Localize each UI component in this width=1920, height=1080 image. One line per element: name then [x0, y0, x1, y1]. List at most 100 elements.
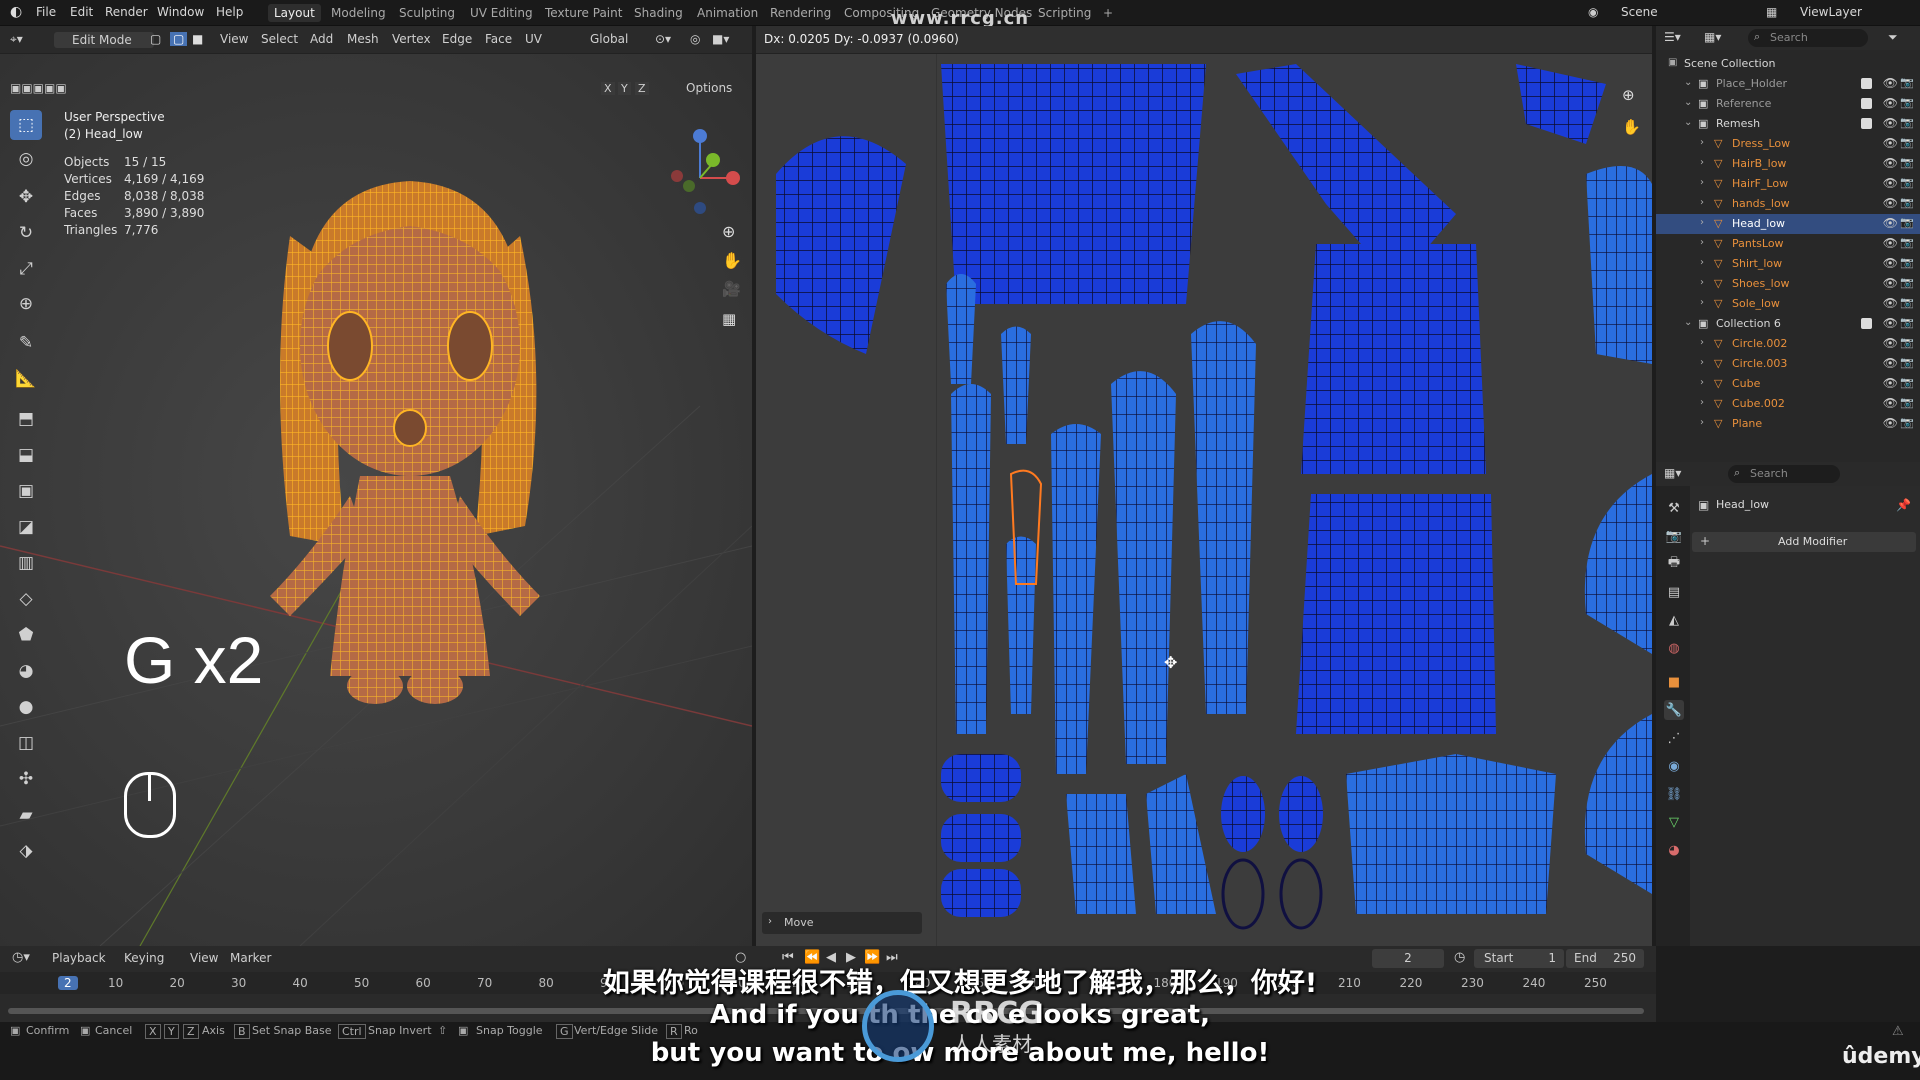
expand-arrow-icon[interactable]: ›: [1700, 397, 1704, 408]
ortho-toggle-icon[interactable]: ▦: [722, 310, 736, 328]
render-camera-icon[interactable]: 📷: [1900, 156, 1914, 169]
eye-icon[interactable]: 👁: [1883, 156, 1898, 170]
expand-arrow-icon[interactable]: ⌄: [1684, 317, 1692, 328]
3d-viewport[interactable]: ⌖▾ Edit Mode ▢ ▢ ■ View Select Add Mesh …: [0, 26, 752, 946]
outliner-row[interactable]: › ▽ HairB_low 👁 📷: [1656, 154, 1920, 174]
eye-icon[interactable]: 👁: [1883, 256, 1898, 270]
outliner-row[interactable]: ⌄ ▣ Place_Holder 👁 📷: [1656, 74, 1920, 94]
uv-pan-icon[interactable]: ✋: [1622, 118, 1641, 136]
scene-tab-icon[interactable]: ◭: [1664, 610, 1684, 630]
display-mode-icon[interactable]: ▦▾: [1704, 30, 1721, 44]
exclude-checkbox[interactable]: [1861, 98, 1872, 109]
object-tab-icon[interactable]: ■: [1664, 672, 1684, 692]
expand-arrow-icon[interactable]: ›: [1700, 157, 1704, 168]
world-tab-icon[interactable]: ◍: [1664, 638, 1684, 658]
outliner-row[interactable]: › ▽ Cube.002 👁 📷: [1656, 394, 1920, 414]
outliner-search-input[interactable]: ⌕ Search: [1748, 29, 1868, 47]
outliner-row[interactable]: › ▽ PantsLow 👁 📷: [1656, 234, 1920, 254]
expand-arrow-icon[interactable]: ⌄: [1684, 117, 1692, 128]
expand-arrow-icon[interactable]: ›: [1700, 277, 1704, 288]
modifier-tab-icon[interactable]: 🔧: [1664, 700, 1684, 720]
expand-arrow-icon[interactable]: ›: [1700, 257, 1704, 268]
render-camera-icon[interactable]: 📷: [1900, 236, 1914, 249]
uv-islands[interactable]: [756, 54, 1652, 946]
render-camera-icon[interactable]: 📷: [1900, 376, 1914, 389]
eye-icon[interactable]: 👁: [1883, 76, 1898, 90]
pin-icon[interactable]: 📌: [1896, 498, 1911, 512]
render-camera-icon[interactable]: 📷: [1900, 356, 1914, 369]
outliner-row[interactable]: › ▽ Circle.002 👁 📷: [1656, 334, 1920, 354]
particles-tab-icon[interactable]: ⋰: [1664, 728, 1684, 748]
outliner-row[interactable]: › ▽ Circle.003 👁 📷: [1656, 354, 1920, 374]
expand-arrow-icon[interactable]: ›: [1700, 377, 1704, 388]
zoom-icon[interactable]: ⊕: [722, 222, 735, 241]
expand-arrow-icon[interactable]: ⌄: [1684, 77, 1692, 88]
expand-arrow-icon[interactable]: ›: [1700, 417, 1704, 428]
eye-icon[interactable]: 👁: [1883, 416, 1898, 430]
outliner-row[interactable]: › ▽ HairF_Low 👁 📷: [1656, 174, 1920, 194]
render-camera-icon[interactable]: 📷: [1900, 116, 1914, 129]
render-camera-icon[interactable]: 📷: [1900, 196, 1914, 209]
eye-icon[interactable]: 👁: [1883, 116, 1898, 130]
outliner-row[interactable]: ⌄ ▣ Remesh 👁 📷: [1656, 114, 1920, 134]
eye-icon[interactable]: 👁: [1883, 236, 1898, 250]
render-tab-icon[interactable]: 📷: [1664, 526, 1684, 546]
constraints-tab-icon[interactable]: ⛓: [1664, 784, 1684, 804]
tool-tab-icon[interactable]: ⚒: [1664, 498, 1684, 518]
expand-arrow-icon[interactable]: ›: [1700, 357, 1704, 368]
render-camera-icon[interactable]: 📷: [1900, 296, 1914, 309]
outliner-row[interactable]: › ▽ Plane 👁 📷: [1656, 414, 1920, 434]
eye-icon[interactable]: 👁: [1883, 96, 1898, 110]
eye-icon[interactable]: 👁: [1883, 296, 1898, 310]
outliner-row[interactable]: › ▽ Head_low 👁 📷: [1656, 214, 1920, 234]
expand-arrow-icon[interactable]: ›: [1700, 297, 1704, 308]
render-camera-icon[interactable]: 📷: [1900, 396, 1914, 409]
filter-icon[interactable]: ⏷: [1888, 30, 1898, 45]
eye-icon[interactable]: 👁: [1883, 176, 1898, 190]
scene-collection-icon[interactable]: ▣: [1668, 57, 1677, 68]
outliner-row[interactable]: › ▽ Sole_low 👁 📷: [1656, 294, 1920, 314]
render-camera-icon[interactable]: 📷: [1900, 276, 1914, 289]
character-mesh-wireframe[interactable]: [250, 156, 570, 716]
pan-hand-icon[interactable]: ✋: [722, 251, 742, 270]
expand-arrow-icon[interactable]: ›: [1700, 197, 1704, 208]
render-camera-icon[interactable]: 📷: [1900, 316, 1914, 329]
eye-icon[interactable]: 👁: [1883, 276, 1898, 290]
move-operator-panel[interactable]: › Move: [762, 912, 922, 934]
data-tab-icon[interactable]: ▽: [1664, 812, 1684, 832]
render-camera-icon[interactable]: 📷: [1900, 256, 1914, 269]
properties-editor-icon[interactable]: ▦▾: [1664, 466, 1681, 480]
eye-icon[interactable]: 👁: [1883, 136, 1898, 150]
outliner-row[interactable]: ▣ Scene Collection: [1656, 54, 1920, 74]
add-modifier-button[interactable]: + Add Modifier: [1692, 532, 1916, 552]
view-layer-tab-icon[interactable]: ▤: [1664, 582, 1684, 602]
eye-icon[interactable]: 👁: [1883, 316, 1898, 330]
eye-icon[interactable]: 👁: [1883, 336, 1898, 350]
outliner-editor-icon[interactable]: ☰▾: [1664, 30, 1681, 44]
eye-icon[interactable]: 👁: [1883, 356, 1898, 370]
render-camera-icon[interactable]: 📷: [1900, 76, 1914, 89]
properties-search-input[interactable]: ⌕ Search: [1728, 465, 1840, 483]
expand-arrow-icon[interactable]: ›: [1700, 137, 1704, 148]
outliner-row[interactable]: › ▽ Dress_Low 👁 📷: [1656, 134, 1920, 154]
expand-arrow-icon[interactable]: ›: [1700, 177, 1704, 188]
expand-arrow-icon[interactable]: ›: [1700, 217, 1704, 228]
expand-arrow-icon[interactable]: ›: [1700, 237, 1704, 248]
output-tab-icon[interactable]: 🖶: [1664, 554, 1684, 574]
eye-icon[interactable]: 👁: [1883, 196, 1898, 210]
render-camera-icon[interactable]: 📷: [1900, 336, 1914, 349]
render-camera-icon[interactable]: 📷: [1900, 176, 1914, 189]
uv-zoom-icon[interactable]: ⊕: [1622, 86, 1635, 104]
outliner-row[interactable]: › ▽ Cube 👁 📷: [1656, 374, 1920, 394]
physics-tab-icon[interactable]: ◉: [1664, 756, 1684, 776]
navigation-gizmo[interactable]: [655, 108, 745, 218]
camera-view-icon[interactable]: 🎥: [722, 280, 741, 298]
outliner-row[interactable]: › ▽ Shoes_low 👁 📷: [1656, 274, 1920, 294]
outliner-row[interactable]: ⌄ ▣ Reference 👁 📷: [1656, 94, 1920, 114]
eye-icon[interactable]: 👁: [1883, 376, 1898, 390]
exclude-checkbox[interactable]: [1861, 118, 1872, 129]
render-camera-icon[interactable]: 📷: [1900, 416, 1914, 429]
outliner-row[interactable]: › ▽ hands_low 👁 📷: [1656, 194, 1920, 214]
uv-editor[interactable]: Dx: 0.0205 Dy: -0.0937 (0.0960) ⊕ ✋ ✥ › …: [756, 26, 1652, 946]
eye-icon[interactable]: 👁: [1883, 396, 1898, 410]
